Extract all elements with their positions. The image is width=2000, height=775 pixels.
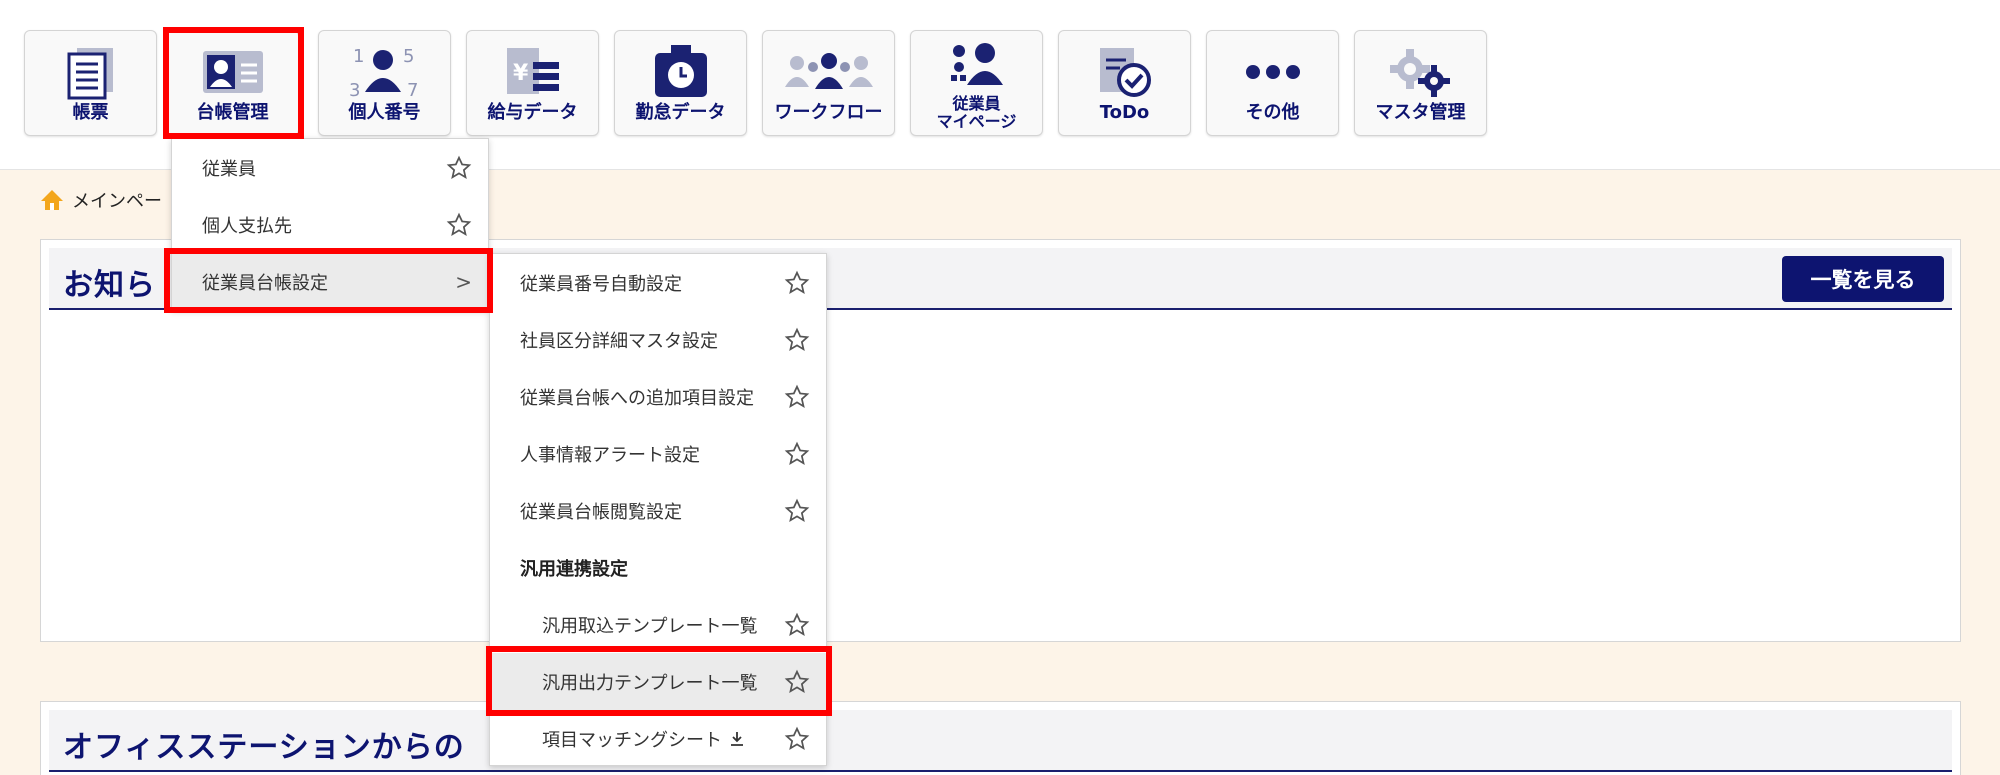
star-outline-icon[interactable] bbox=[446, 212, 472, 238]
id-card-icon bbox=[167, 45, 298, 99]
star-outline-icon[interactable] bbox=[446, 155, 472, 181]
menu-item-ledger-view-settings[interactable]: 従業員台帳閲覧設定 bbox=[490, 482, 826, 539]
employee-gear-icon bbox=[911, 41, 1042, 87]
chevron-right-icon: > bbox=[455, 269, 472, 294]
menu-item-label: 従業員台帳閲覧設定 bbox=[520, 501, 682, 523]
nav-tile-label: ToDo bbox=[1099, 102, 1150, 123]
more-dots-icon bbox=[1207, 45, 1338, 99]
svg-text:¥: ¥ bbox=[513, 61, 529, 86]
nav-tile-other[interactable]: その他 bbox=[1206, 30, 1339, 136]
menu-item-staff-category-master[interactable]: 社員区分詳細マスタ設定 bbox=[490, 311, 826, 368]
star-outline-icon[interactable] bbox=[784, 498, 810, 524]
home-icon bbox=[41, 190, 63, 210]
menu-item-employee-ledger-settings[interactable]: 従業員台帳設定 > bbox=[172, 253, 488, 310]
breadcrumb[interactable]: メインペー bbox=[40, 185, 162, 215]
office-panel-title: オフィスステーションからの bbox=[63, 730, 465, 765]
nav-tile-label: 台帳管理 bbox=[196, 102, 269, 123]
nav-tile-ledger[interactable]: 台帳管理 bbox=[166, 30, 299, 136]
time-clock-icon bbox=[615, 45, 746, 99]
nav-tile-payroll[interactable]: ¥ 給与データ bbox=[466, 30, 599, 136]
menu-item-label: 汎用出力テンプレート一覧 bbox=[542, 672, 758, 694]
menu-item-label: 項目マッチングシート bbox=[542, 726, 746, 752]
nav-tile-label: 帳票 bbox=[72, 102, 109, 123]
download-icon bbox=[730, 731, 743, 746]
star-outline-icon[interactable] bbox=[784, 327, 810, 353]
document-stack-icon bbox=[25, 45, 156, 100]
menu-item-label: 従業員台帳設定 bbox=[202, 272, 328, 294]
ledger-settings-submenu: 従業員番号自動設定 社員区分詳細マスタ設定 従業員台帳への追加項目設定 人事情報… bbox=[489, 253, 827, 766]
svg-text:3: 3 bbox=[349, 80, 360, 100]
todo-check-icon bbox=[1059, 45, 1190, 99]
menu-item-label: 汎用取込テンプレート一覧 bbox=[542, 615, 758, 637]
menu-item-label: 個人支払先 bbox=[202, 215, 292, 237]
menu-group-general-integration: 汎用連携設定 bbox=[490, 539, 826, 596]
svg-text:5: 5 bbox=[403, 46, 414, 67]
nav-tile-label: 従業員 マイページ bbox=[911, 95, 1042, 131]
menu-item-label: 従業員台帳への追加項目設定 bbox=[520, 387, 754, 409]
star-outline-icon[interactable] bbox=[784, 384, 810, 410]
view-all-button[interactable]: 一覧を見る bbox=[1782, 256, 1944, 302]
star-outline-icon[interactable] bbox=[784, 726, 810, 752]
notice-panel-title: お知ら bbox=[63, 268, 156, 303]
nav-tile-reports[interactable]: 帳票 bbox=[24, 30, 157, 136]
menu-item-field-matching-sheet[interactable]: 項目マッチングシート bbox=[490, 710, 826, 767]
menu-item-label-text: 項目マッチングシート bbox=[542, 729, 722, 751]
nav-tile-todo[interactable]: ToDo bbox=[1058, 30, 1191, 136]
svg-text:1: 1 bbox=[353, 46, 364, 67]
menu-item-import-template-list[interactable]: 汎用取込テンプレート一覧 bbox=[490, 596, 826, 653]
menu-item-export-template-list[interactable]: 汎用出力テンプレート一覧 bbox=[490, 653, 826, 710]
nav-tile-master[interactable]: マスタ管理 bbox=[1354, 30, 1487, 136]
nav-tile-label-line2: マイページ bbox=[936, 112, 1017, 131]
menu-item-label: 人事情報アラート設定 bbox=[520, 444, 700, 466]
person-number-icon: 1537 bbox=[319, 45, 450, 100]
office-panel-header: オフィスステーションからの bbox=[49, 710, 1952, 772]
menu-item-employee-number-auto[interactable]: 従業員番号自動設定 bbox=[490, 254, 826, 311]
menu-item-label: 社員区分詳細マスタ設定 bbox=[520, 330, 718, 352]
nav-tile-label: マスタ管理 bbox=[1375, 102, 1466, 123]
nav-tile-label: 個人番号 bbox=[348, 102, 421, 123]
menu-item-individual-payee[interactable]: 個人支払先 bbox=[172, 196, 488, 253]
nav-tile-label-line1: 従業員 bbox=[952, 94, 1001, 113]
star-outline-icon[interactable] bbox=[784, 612, 810, 638]
nav-tile-employee-mypage[interactable]: 従業員 マイページ bbox=[910, 30, 1043, 136]
yen-document-icon: ¥ bbox=[467, 45, 598, 99]
menu-item-label: 従業員 bbox=[202, 158, 256, 180]
nav-tile-label: 勤怠データ bbox=[635, 102, 726, 123]
svg-text:7: 7 bbox=[407, 80, 418, 100]
office-panel: オフィスステーションからの bbox=[40, 701, 1961, 775]
nav-tile-label: ワークフロー bbox=[774, 102, 883, 123]
breadcrumb-label: メインペー bbox=[72, 191, 162, 212]
menu-item-employee[interactable]: 従業員 bbox=[172, 139, 488, 196]
people-workflow-icon bbox=[763, 45, 894, 99]
star-outline-icon[interactable] bbox=[784, 669, 810, 695]
nav-tile-label: その他 bbox=[1245, 102, 1300, 123]
nav-tile-workflow[interactable]: ワークフロー bbox=[762, 30, 895, 136]
menu-item-additional-fields[interactable]: 従業員台帳への追加項目設定 bbox=[490, 368, 826, 425]
menu-item-hr-alert-settings[interactable]: 人事情報アラート設定 bbox=[490, 425, 826, 482]
nav-tile-attendance[interactable]: 勤怠データ bbox=[614, 30, 747, 136]
ledger-dropdown-menu: 従業員 個人支払先 従業員台帳設定 > bbox=[171, 138, 489, 310]
nav-tile-label: 給与データ bbox=[487, 102, 578, 123]
menu-item-label: 従業員番号自動設定 bbox=[520, 273, 682, 295]
master-gears-icon bbox=[1355, 45, 1486, 99]
star-outline-icon[interactable] bbox=[784, 270, 810, 296]
menu-group-label: 汎用連携設定 bbox=[520, 558, 628, 580]
nav-tile-my-number[interactable]: 1537 個人番号 bbox=[318, 30, 451, 136]
star-outline-icon[interactable] bbox=[784, 441, 810, 467]
